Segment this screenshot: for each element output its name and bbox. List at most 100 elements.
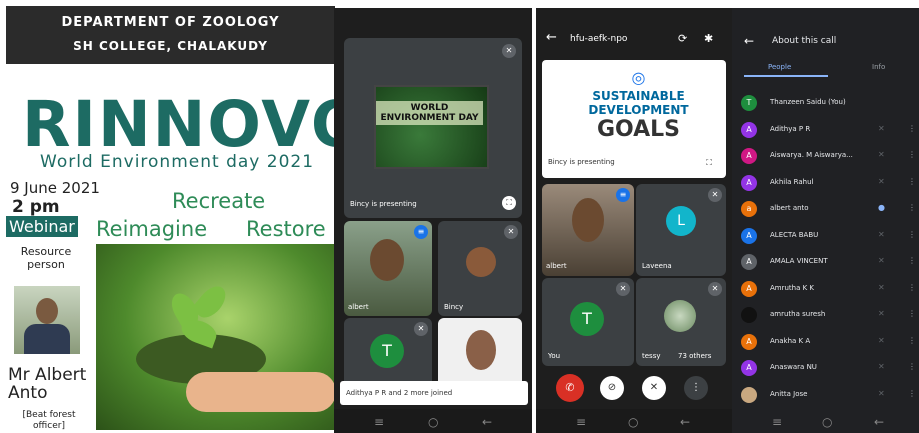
seedling-image <box>96 244 335 430</box>
mic-off-icon: ✕ <box>708 188 722 202</box>
participant-row[interactable]: A Anakha K A ✕ ⋮ <box>732 329 919 355</box>
participant-row[interactable]: A Adithya P R ✕ ⋮ <box>732 117 919 143</box>
participant-row[interactable]: A Anaswara NU ✕ ⋮ <box>732 355 919 381</box>
participant-name: albert <box>348 303 369 311</box>
bluetooth-icon[interactable]: ✱ <box>704 32 713 45</box>
avatar: A <box>741 227 757 244</box>
mic-off-icon: ✕ <box>504 225 518 239</box>
more-options-icon[interactable]: ⋮ <box>908 230 916 239</box>
mic-off-icon: ✕ <box>878 256 885 265</box>
end-call-button[interactable]: ✆ <box>556 374 584 402</box>
sdg-slide: ◎ SUSTAINABLE DEVELOPMENT GOALS <box>566 68 711 164</box>
meeting-code[interactable]: hfu-aefk-npo <box>570 34 627 44</box>
avatar: T <box>370 334 404 368</box>
participant-row[interactable]: A AMALA VINCENT ✕ ⋮ <box>732 249 919 275</box>
active-tab-indicator <box>744 75 828 77</box>
participant-tile[interactable]: T ✕ <box>344 318 432 388</box>
avatar: T <box>741 95 757 111</box>
status-bar <box>536 8 732 22</box>
more-options-button[interactable]: ⋮ <box>684 376 708 400</box>
slide-line-1: SUSTAINABLE <box>592 89 685 103</box>
back-icon[interactable]: ← <box>680 415 690 429</box>
participant-tile-bincy[interactable]: ✕ Bincy <box>438 221 522 316</box>
back-arrow-icon[interactable]: ← <box>546 30 557 45</box>
participant-name: Anitta Jose <box>770 389 808 398</box>
participant-name: Anakha K A <box>770 336 811 345</box>
tagline-reimagine: Reimagine <box>96 217 208 241</box>
more-options-icon[interactable]: ⋮ <box>908 256 916 265</box>
participant-row[interactable]: a albert anto ● ⋮ <box>732 196 919 222</box>
android-nav-bar: ≡ ○ ← <box>334 409 532 433</box>
participant-tile-albert[interactable]: ≡ albert <box>542 184 634 276</box>
more-options-icon[interactable]: ⋮ <box>908 389 916 398</box>
participant-tile-laveena[interactable]: L ✕ Laveena <box>636 184 726 276</box>
home-icon[interactable]: ○ <box>628 415 638 429</box>
avatar <box>741 307 757 323</box>
participant-tile-albert[interactable]: ≡ albert <box>344 221 432 316</box>
participant-name: Bincy <box>444 303 464 311</box>
panel-title: About this call <box>772 36 837 46</box>
mic-off-icon: ✕ <box>878 123 885 133</box>
participant-tile-tessy[interactable]: ✕ tessy 73 others <box>636 278 726 366</box>
more-options-icon[interactable]: ⋮ <box>908 336 916 345</box>
mic-off-icon: ✕ <box>878 335 885 345</box>
presenting-label: Bincy is presenting <box>548 158 615 166</box>
resource-label: Resource person <box>20 245 72 271</box>
avatar: A <box>741 333 757 350</box>
tab-info[interactable]: Info <box>872 63 885 71</box>
back-icon[interactable]: ← <box>874 415 884 429</box>
participant-tile-you[interactable]: T ✕ You <box>542 278 634 366</box>
avatar: A <box>741 280 757 297</box>
mic-off-button[interactable]: ✕ <box>642 376 666 400</box>
participant-name: You <box>548 352 561 360</box>
menu-icon[interactable]: ≡ <box>576 415 586 429</box>
fullscreen-icon[interactable]: ⛶ <box>502 196 516 210</box>
mic-off-icon: ✕ <box>878 388 885 398</box>
participant-row[interactable]: A ALECTA BABU ✕ ⋮ <box>732 223 919 249</box>
participant-row[interactable]: Anitta Jose ✕ ⋮ <box>732 382 919 408</box>
switch-camera-icon[interactable]: ⟳ <box>678 32 687 45</box>
more-options-icon[interactable]: ⋮ <box>908 203 916 212</box>
back-icon[interactable]: ← <box>482 415 492 429</box>
participant-row[interactable]: A Aiswarya. M Aiswarya... ✕ ⋮ <box>732 143 919 169</box>
home-icon[interactable]: ○ <box>822 415 832 429</box>
participant-name: Laveena <box>642 262 672 270</box>
meet-screen-people: ← About this call People Info T Thanzeen … <box>732 8 919 433</box>
more-options-icon[interactable]: ⋮ <box>908 309 916 318</box>
more-options-icon[interactable]: ⋮ <box>908 177 916 186</box>
webinar-poster: DEPARTMENT OF ZOOLOGY SH COLLEGE, CHALAK… <box>6 6 335 430</box>
camera-off-button[interactable]: ⊘ <box>600 376 624 400</box>
participant-name: Adithya P R <box>770 124 811 133</box>
mic-off-icon: ✕ <box>878 150 885 159</box>
department-name: DEPARTMENT OF ZOOLOGY <box>61 15 280 30</box>
mic-off-icon: ✕ <box>708 282 722 296</box>
avatar: A <box>741 148 757 164</box>
menu-icon[interactable]: ≡ <box>374 415 384 429</box>
more-options-icon[interactable]: ⋮ <box>908 283 916 292</box>
mic-off-icon: ✕ <box>878 282 885 292</box>
more-options-icon[interactable]: ⋮ <box>908 362 916 371</box>
slide-text: WORLD ENVIRONMENT DAY <box>376 101 483 125</box>
more-options-icon[interactable]: ⋮ <box>908 124 916 133</box>
participant-video <box>466 247 496 277</box>
android-nav-bar: ≡ ○ ← <box>732 409 919 433</box>
home-icon[interactable]: ○ <box>428 415 438 429</box>
participant-video <box>370 239 404 281</box>
fullscreen-icon[interactable]: ⛶ <box>702 156 716 170</box>
participant-row[interactable]: A Amrutha K K ✕ ⋮ <box>732 276 919 302</box>
participant-row[interactable]: amrutha suresh ✕ ⋮ <box>732 302 919 328</box>
menu-icon[interactable]: ≡ <box>772 415 782 429</box>
tab-people[interactable]: People <box>768 63 791 71</box>
participant-name: Aiswarya. M Aiswarya... <box>770 151 853 159</box>
participant-tile[interactable] <box>438 318 522 388</box>
more-options-icon[interactable]: ⋮ <box>908 150 916 159</box>
tagline-restore: Restore <box>246 217 326 241</box>
participant-name: tessy <box>642 352 661 360</box>
back-arrow-icon[interactable]: ← <box>744 34 754 48</box>
participant-row[interactable]: T Thanzeen Saidu (You) <box>732 90 919 116</box>
slide-image: WORLD ENVIRONMENT DAY <box>374 85 489 169</box>
android-nav-bar: ≡ ○ ← <box>536 409 732 433</box>
meet-screen-2: ← hfu-aefk-npo ⟳ ✱ ◎ SUSTAINABLE DEVELOP… <box>536 8 732 433</box>
participant-row[interactable]: A Akhila Rahul ✕ ⋮ <box>732 170 919 196</box>
mic-off-icon: ✕ <box>878 309 885 318</box>
